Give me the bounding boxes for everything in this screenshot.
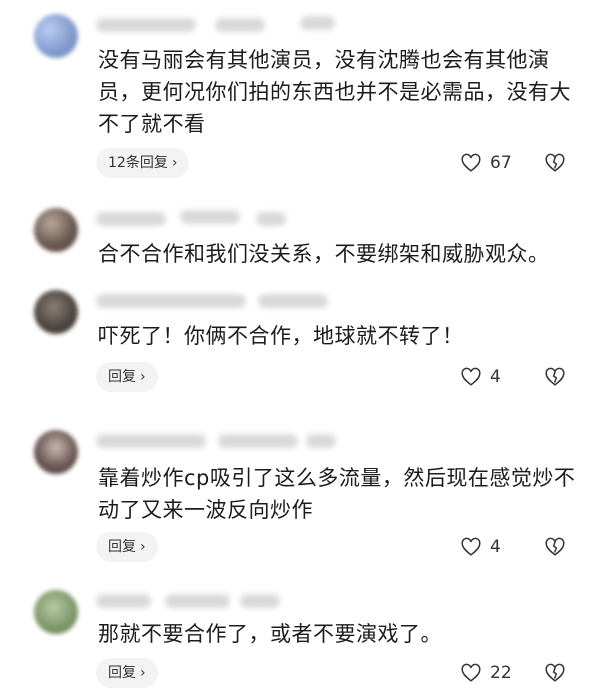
avatar[interactable] <box>34 590 78 634</box>
heart-outline-icon <box>461 367 481 386</box>
heart-outline-icon <box>461 153 481 172</box>
reply-label: 回复 <box>108 665 136 681</box>
username-blurred[interactable] <box>96 294 246 308</box>
reply-label: 12条回复 <box>108 155 168 171</box>
chevron-right-icon: › <box>140 369 146 385</box>
like-button[interactable]: 22 <box>460 658 512 688</box>
username-blurred-3 <box>256 212 286 226</box>
username-blurred[interactable] <box>96 212 166 226</box>
comment-text: 合不合作和我们没关系，不要绑架和威胁观众。 <box>98 242 550 266</box>
username-blurred[interactable] <box>96 594 151 608</box>
chevron-right-icon: › <box>140 665 146 681</box>
chevron-right-icon: › <box>171 155 178 171</box>
dislike-button[interactable] <box>544 658 566 688</box>
broken-heart-icon <box>545 153 565 172</box>
username-blurred-2 <box>215 18 265 32</box>
like-button[interactable]: 67 <box>460 148 512 178</box>
username-blurred-2 <box>180 210 240 224</box>
username-blurred-2 <box>218 434 298 448</box>
username-blurred-3 <box>306 434 336 448</box>
view-replies-button[interactable]: 12条回复 › <box>96 148 190 178</box>
like-count: 67 <box>490 153 512 173</box>
heart-outline-icon <box>461 663 481 682</box>
username-blurred-3 <box>300 16 335 30</box>
dislike-button[interactable] <box>544 362 566 392</box>
broken-heart-icon <box>545 367 565 386</box>
broken-heart-icon <box>545 537 565 556</box>
reply-button[interactable]: 回复 › <box>96 658 158 688</box>
username-blurred-3 <box>240 594 280 608</box>
like-count: 22 <box>490 663 512 683</box>
dislike-button[interactable] <box>544 148 566 178</box>
heart-outline-icon <box>461 537 481 556</box>
reply-label: 回复 <box>108 539 136 555</box>
chevron-right-icon: › <box>140 539 146 555</box>
broken-heart-icon <box>545 663 565 682</box>
avatar[interactable] <box>34 208 78 252</box>
username-blurred[interactable] <box>96 434 206 448</box>
comment-text: 靠着炒作cp吸引了这么多流量，然后现在感觉炒不动了又来一波反向炒作 <box>98 466 576 522</box>
username-blurred-2 <box>165 594 230 608</box>
avatar[interactable] <box>34 14 78 58</box>
dislike-button[interactable] <box>544 532 566 562</box>
username-blurred-2 <box>258 294 328 308</box>
like-button[interactable]: 4 <box>460 362 501 392</box>
reply-button[interactable]: 回复 › <box>96 532 158 562</box>
like-count: 4 <box>490 367 501 387</box>
reply-button[interactable]: 回复 › <box>96 362 158 392</box>
reply-label: 回复 <box>108 369 136 385</box>
avatar[interactable] <box>34 290 78 334</box>
avatar[interactable] <box>34 430 78 474</box>
username-blurred[interactable] <box>96 18 196 32</box>
comment-text: 那就不要合作了，或者不要演戏了。 <box>98 622 442 646</box>
comment-text: 没有马丽会有其他演员，没有沈腾也会有其他演员，更何况你们拍的东西也并不是必需品，… <box>98 48 571 136</box>
like-count: 4 <box>490 537 501 557</box>
comment-text: 吓死了！你俩不合作，地球就不转了！ <box>98 324 464 348</box>
like-button[interactable]: 4 <box>460 532 501 562</box>
